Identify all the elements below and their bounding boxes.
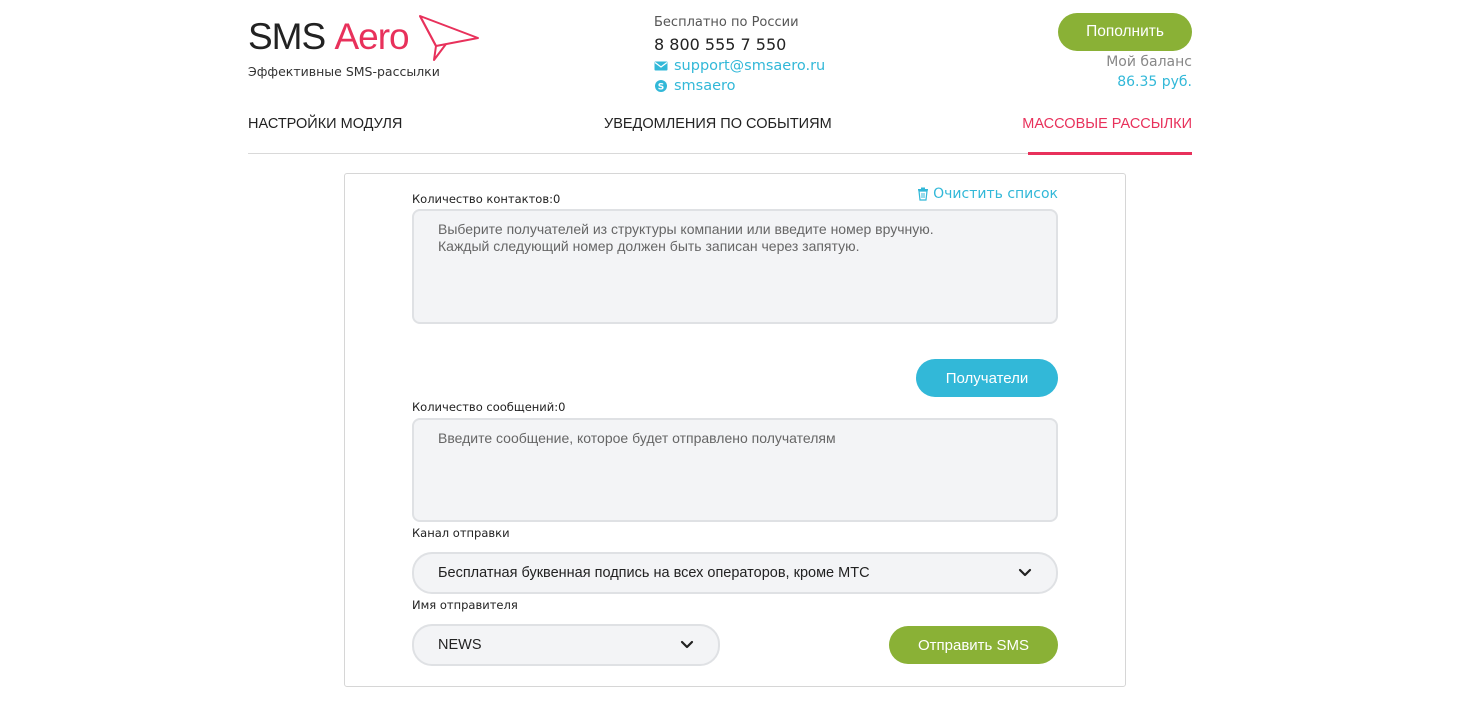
recipients-textarea[interactable]: Выберите получателей из структуры компан…	[412, 209, 1058, 324]
balance-value: 86.35 руб.	[1117, 74, 1192, 90]
skype-text: smsaero	[674, 78, 736, 94]
skype-link[interactable]: S smsaero	[654, 76, 825, 96]
logo[interactable]: SMS Aero Эффективные SMS-рассылки	[248, 14, 488, 84]
main-tabs: Настройки модуля Уведомления по событиям…	[248, 104, 1192, 155]
sender-select[interactable]: NEWS	[412, 624, 720, 666]
paper-plane-icon	[419, 15, 479, 61]
contacts-count-label: Количество контактов:0	[412, 192, 561, 206]
email-text: support@smsaero.ru	[674, 58, 826, 74]
channel-label: Канал отправки	[412, 526, 510, 540]
tab-event-notifications[interactable]: Уведомления по событиям	[604, 114, 832, 134]
tab-mass-mailing[interactable]: Массовые рассылки	[1022, 114, 1192, 134]
logo-wordmark: SMS Aero	[248, 14, 410, 60]
balance-label: Мой баланс	[1106, 54, 1192, 70]
sender-label: Имя отправителя	[412, 598, 518, 612]
logo-aero-text: Aero	[334, 16, 409, 57]
free-call-label: Бесплатно по России	[654, 15, 799, 30]
clear-list-link[interactable]: Очистить список	[917, 185, 1058, 203]
phone-number[interactable]: 8 800 555 7 550	[654, 34, 825, 56]
email-link[interactable]: support@smsaero.ru	[654, 56, 825, 76]
send-sms-button[interactable]: Отправить SMS	[889, 626, 1058, 664]
sender-selected-value: NEWS	[438, 637, 482, 653]
message-textarea[interactable]: Введите сообщение, которое будет отправл…	[412, 418, 1058, 522]
tab-module-settings[interactable]: Настройки модуля	[248, 114, 402, 134]
envelope-icon	[654, 59, 668, 73]
message-placeholder: Введите сообщение, которое будет отправл…	[438, 430, 836, 446]
recipients-placeholder-line2: Каждый следующий номер должен быть запис…	[438, 238, 860, 254]
mailing-form-card: Количество контактов:0 Очистить список В…	[344, 173, 1126, 687]
channel-selected-value: Бесплатная буквенная подпись на всех опе…	[438, 565, 870, 581]
tagline: Эффективные SMS-рассылки	[248, 64, 440, 79]
chevron-down-icon	[680, 640, 694, 650]
messages-count-label: Количество сообщений:0	[412, 400, 566, 414]
clear-list-text: Очистить список	[933, 186, 1058, 202]
recipients-placeholder-line1: Выберите получателей из структуры компан…	[438, 221, 934, 237]
channel-select[interactable]: Бесплатная буквенная подпись на всех опе…	[412, 552, 1058, 594]
skype-icon: S	[654, 79, 668, 93]
recipients-button[interactable]: Получатели	[916, 359, 1058, 397]
topup-button[interactable]: Пополнить	[1058, 13, 1192, 51]
balance-block: Мой баланс 86.35 руб.	[1106, 52, 1192, 92]
chevron-down-icon	[1018, 568, 1032, 578]
trash-icon	[917, 187, 929, 201]
svg-text:S: S	[658, 83, 664, 93]
logo-sms-text: SMS	[248, 16, 326, 57]
contacts-block: Бесплатно по России 8 800 555 7 550 supp…	[654, 14, 825, 96]
active-tab-indicator	[1028, 152, 1192, 155]
